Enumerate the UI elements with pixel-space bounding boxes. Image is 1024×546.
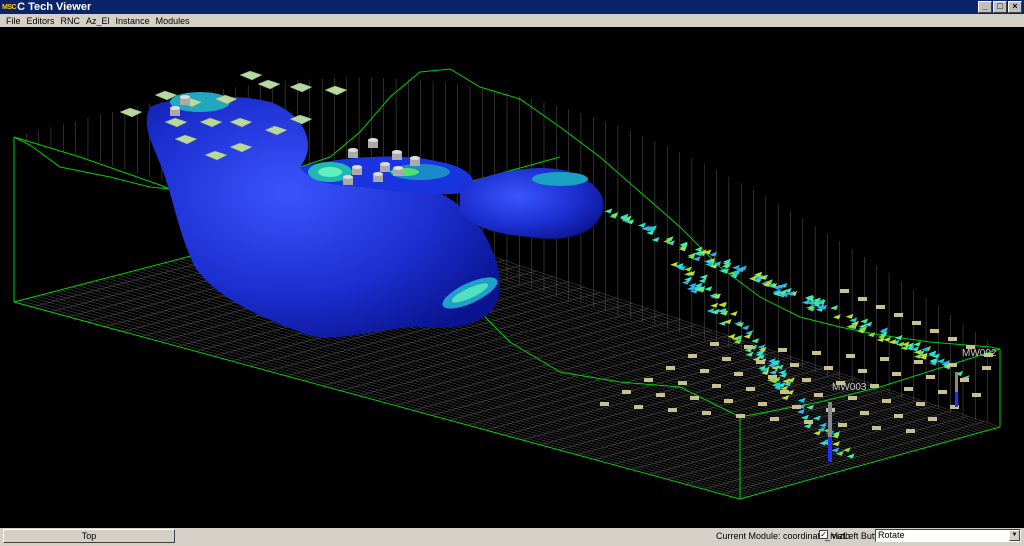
- status-bar: Top Current Module: coordinate_math ✓ Vi…: [0, 528, 1024, 546]
- menu-editors[interactable]: Editors: [24, 16, 58, 26]
- plume-main: [146, 92, 604, 338]
- menu-modules[interactable]: Modules: [153, 16, 193, 26]
- window-controls: _ □ ×: [977, 1, 1022, 13]
- scene-canvas: [13, 68, 1001, 500]
- maximize-button[interactable]: □: [993, 1, 1007, 13]
- top-view-button[interactable]: Top: [3, 529, 175, 543]
- window-title: C Tech Viewer: [17, 1, 92, 13]
- current-module-label: Current Module: coordinate_math: [716, 531, 851, 541]
- menu-rnc[interactable]: RNC: [58, 16, 84, 26]
- title-bar: MSC C Tech Viewer _ □ ×: [0, 0, 1024, 14]
- app-logo: MSC: [2, 3, 17, 11]
- close-button[interactable]: ×: [1008, 1, 1022, 13]
- 3d-viewport[interactable]: MW002 MW003: [0, 27, 1024, 528]
- chevron-down-icon[interactable]: ▼: [1009, 530, 1020, 541]
- menu-az-el[interactable]: Az_El: [83, 16, 113, 26]
- menu-bar: File Editors RNC Az_El Instance Modules: [0, 14, 1024, 27]
- mouse-mode-value: Rotate: [878, 530, 905, 540]
- menu-instance[interactable]: Instance: [113, 16, 153, 26]
- well-label-mw003: MW003: [832, 382, 867, 393]
- viz-left-button-checkbox[interactable]: ✓: [819, 530, 828, 539]
- mouse-mode-select[interactable]: Rotate ▼: [875, 529, 1021, 542]
- well-label-mw002: MW002: [962, 348, 997, 359]
- minimize-button[interactable]: _: [978, 1, 992, 13]
- menu-file[interactable]: File: [3, 16, 24, 26]
